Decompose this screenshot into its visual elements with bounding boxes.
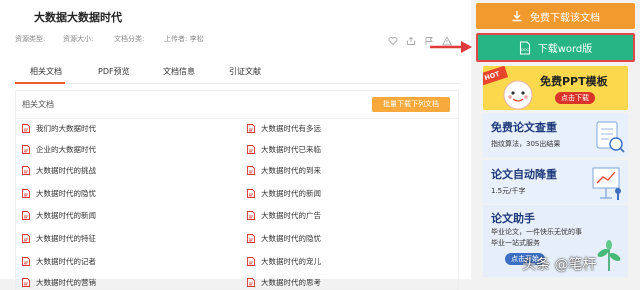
related-doc-title: 大数据时代的新闻	[36, 210, 96, 220]
check-banner-title: 免费论文查重	[491, 121, 557, 134]
active-tab-indicator	[15, 82, 65, 84]
document-page: 大数据大数据时代 资源类型: 资源大小: 文档分类: 上传者: 李松 相关文档 …	[0, 0, 471, 290]
related-doc-item[interactable]: 大数据时代的营销	[22, 276, 96, 288]
related-doc-item[interactable]: 大数据时代的记者	[22, 255, 96, 267]
related-doc-item[interactable]: 大数据时代的隐忧	[247, 232, 321, 244]
mascot-illustration-icon	[503, 80, 533, 110]
related-doc-item[interactable]: 大数据时代已来临	[247, 143, 321, 155]
pdf-file-icon	[22, 210, 30, 220]
assistant-banner-subtitle-1: 毕业论文，一件快乐无忧的事	[491, 228, 582, 236]
related-doc-title: 我们的大数据时代	[36, 123, 96, 133]
svg-text:DOC: DOC	[521, 48, 530, 52]
ppt-template-banner[interactable]: HOT 免费PPT模板 点击下载	[483, 66, 628, 110]
pdf-file-icon	[247, 256, 255, 266]
auto-rewrite-banner[interactable]: 论文自动降重 1.5元/千字	[483, 160, 628, 204]
related-doc-item[interactable]: 企业的大数据时代	[22, 143, 96, 155]
related-doc-item[interactable]: 大数据时代的广告	[247, 209, 321, 221]
meta-uploader: 上传者: 李松	[164, 35, 204, 43]
ppt-banner-title: 免费PPT模板	[540, 75, 608, 88]
pdf-file-icon	[22, 165, 30, 175]
related-doc-title: 大数据时代的营销	[36, 277, 96, 287]
related-doc-title: 大数据时代的挑战	[36, 165, 96, 175]
related-doc-title: 大数据时代的新闻	[261, 188, 321, 198]
related-doc-title: 大数据时代的隐忧	[36, 188, 96, 198]
related-doc-title: 大数据时代的思考	[261, 277, 321, 287]
chart-board-icon	[592, 167, 621, 200]
ppt-download-button[interactable]: 点击下载	[555, 92, 595, 104]
related-doc-title: 大数据时代的隐忧	[261, 233, 321, 243]
pdf-file-icon	[22, 256, 30, 266]
document-title: 大数据大数据时代	[34, 11, 122, 24]
watermark-text: 头条 @笔杆	[522, 257, 597, 273]
download-free-label: 免费下载该文档	[530, 12, 600, 24]
related-doc-item[interactable]: 大数据时代的新闻	[247, 187, 321, 199]
pdf-file-icon	[247, 210, 255, 220]
pdf-file-icon	[22, 123, 30, 133]
tab-citations[interactable]: 引证文献	[229, 66, 261, 77]
download-free-button[interactable]: 免费下载该文档	[476, 3, 635, 29]
doc-tabs: 相关文档 PDF预览 文档信息 引证文献	[15, 61, 459, 84]
plagiarism-check-banner[interactable]: 免费论文查重 指纹算法，30S出结果	[483, 113, 628, 157]
plant-decoration-icon	[597, 240, 621, 271]
pdf-file-icon	[247, 144, 255, 154]
related-doc-item[interactable]: 大数据时代的思考	[247, 276, 321, 288]
related-doc-item[interactable]: 大数据时代有多远	[247, 122, 321, 134]
meta-resource-type: 资源类型:	[15, 35, 46, 43]
document-check-icon	[596, 121, 625, 153]
pdf-file-icon	[22, 144, 30, 154]
assistant-banner-title: 论文助手	[491, 212, 535, 225]
download-word-label: 下载word版	[537, 44, 593, 55]
tab-related-docs[interactable]: 相关文档	[30, 66, 62, 77]
rewrite-banner-subtitle: 1.5元/千字	[491, 187, 526, 195]
meta-resource-size: 资源大小:	[63, 35, 94, 43]
related-doc-title: 企业的大数据时代	[36, 144, 96, 154]
related-doc-item[interactable]: 大数据时代的特征	[22, 232, 96, 244]
tab-pdf-preview[interactable]: PDF预览	[98, 66, 130, 77]
pdf-file-icon	[22, 233, 30, 243]
related-doc-item[interactable]: 大数据时代的宠儿	[247, 255, 321, 267]
related-doc-title: 大数据时代的到来	[261, 165, 321, 175]
related-docs-heading: 相关文档	[22, 100, 54, 109]
pdf-file-icon	[247, 123, 255, 133]
related-doc-item[interactable]: 大数据时代的隐忧	[22, 187, 96, 199]
related-doc-title: 大数据时代已来临	[261, 144, 321, 154]
arrow-right-icon	[430, 41, 472, 53]
related-doc-title: 大数据时代有多远	[261, 123, 321, 133]
related-docs-panel: 相关文档 批量下载下列文档 我们的大数据时代 企业的大数据时代 大数据时代的挑战 大数…	[15, 90, 459, 290]
batch-download-button[interactable]: 批量下载下列文档	[372, 97, 450, 112]
meta-doc-category: 文档分类:	[114, 35, 145, 43]
related-doc-item[interactable]: 大数据时代的新闻	[22, 209, 96, 221]
pdf-file-icon	[247, 233, 255, 243]
related-doc-title: 大数据时代的特征	[36, 233, 96, 243]
related-doc-title: 大数据时代的记者	[36, 256, 96, 266]
related-doc-title: 大数据时代的宠儿	[261, 256, 321, 266]
related-doc-item[interactable]: 我们的大数据时代	[22, 122, 96, 134]
pdf-file-icon	[22, 188, 30, 198]
download-icon	[512, 11, 522, 22]
favorite-heart-icon[interactable]	[388, 31, 398, 46]
rewrite-banner-title: 论文自动降重	[491, 168, 557, 181]
pdf-file-icon	[247, 165, 255, 175]
assistant-banner-subtitle-2: 毕业一站式服务	[491, 239, 540, 247]
panel-divider	[16, 118, 458, 119]
share-icon[interactable]	[406, 31, 416, 45]
related-doc-item[interactable]: 大数据时代的到来	[247, 164, 321, 176]
check-banner-subtitle: 指纹算法，30S出结果	[491, 140, 561, 148]
related-doc-title: 大数据时代的广告	[261, 210, 321, 220]
doc-file-icon: DOC	[519, 40, 530, 55]
related-doc-item[interactable]: 大数据时代的挑战	[22, 164, 96, 176]
download-word-button[interactable]: DOC 下载word版	[476, 33, 635, 62]
pdf-file-icon	[247, 188, 255, 198]
tab-doc-info[interactable]: 文档信息	[163, 66, 195, 77]
